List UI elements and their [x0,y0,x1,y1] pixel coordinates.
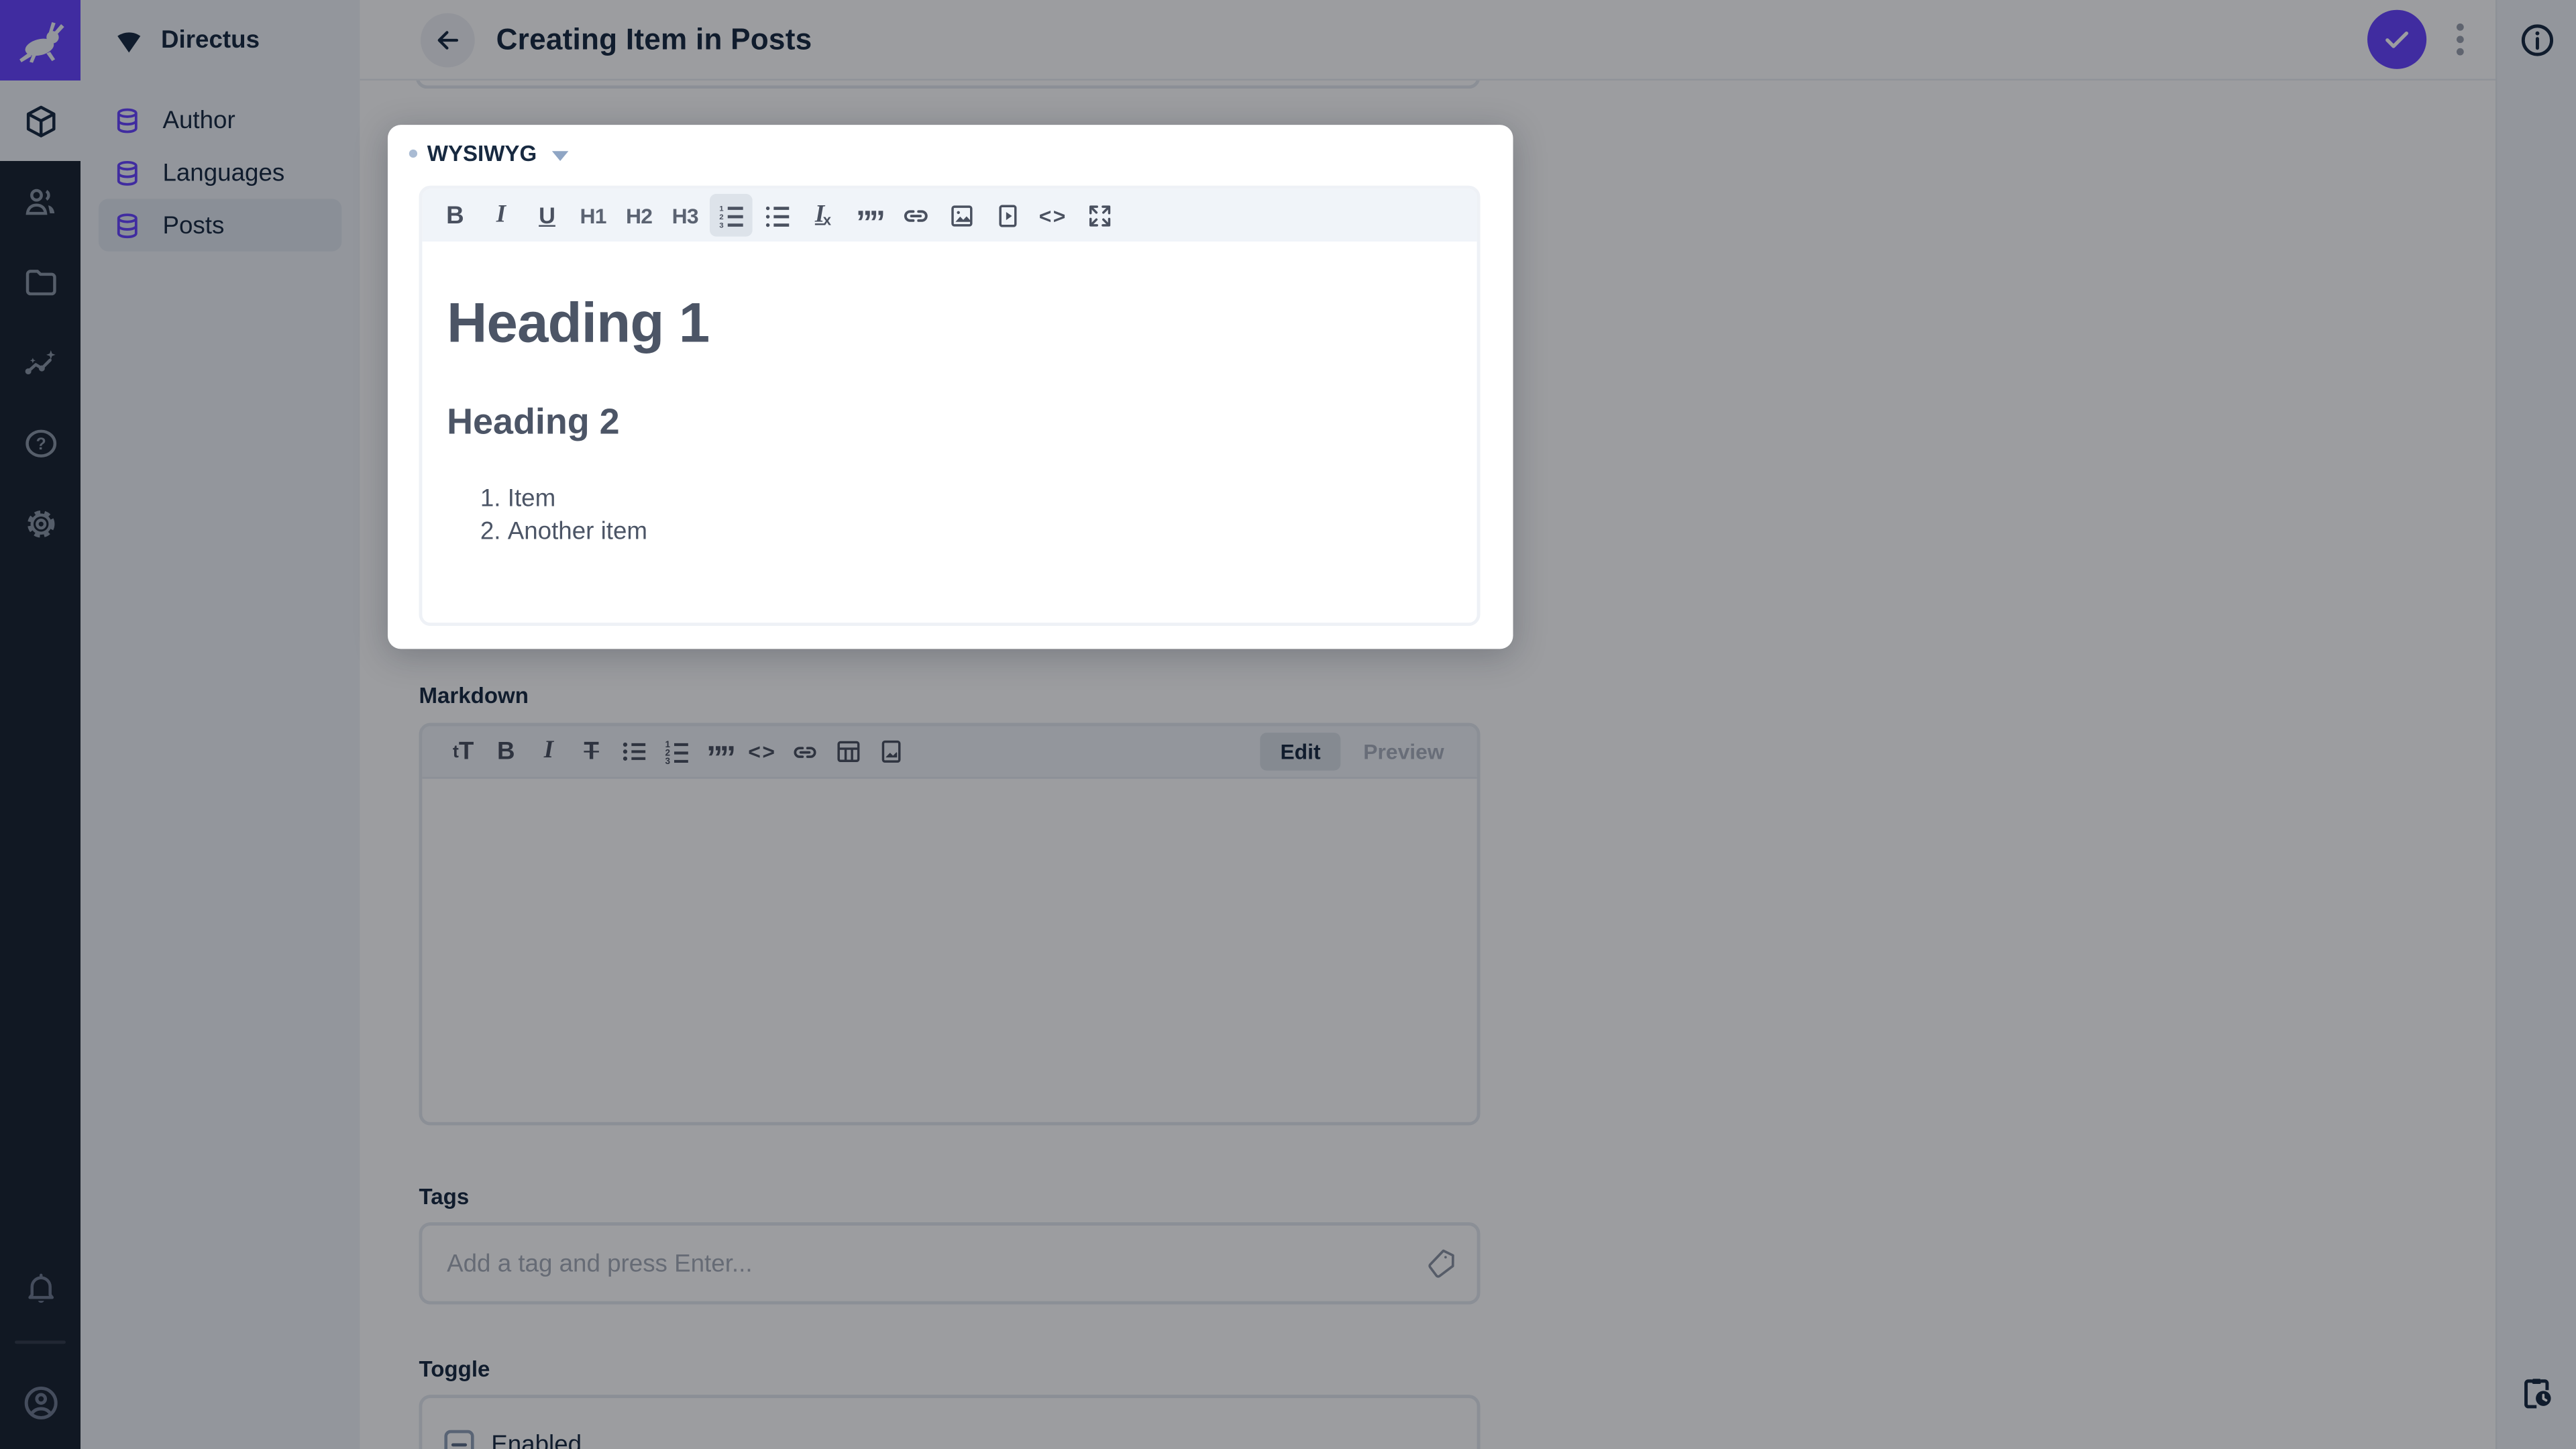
wysiwyg-field-label: WYSIWYG [427,141,537,166]
h2-button[interactable]: H2 [618,194,661,237]
wysiwyg-focused-card: WYSIWYG B I U H1 H2 H3 1 2 3 I x ”” <> H… [387,125,1513,649]
blockquote-button[interactable]: ”” [848,194,891,239]
ordered-list-button[interactable]: 1 2 3 [709,193,753,237]
list-item: Another item [508,516,1477,549]
clear-format-button[interactable]: Ix [802,194,845,237]
content-ordered-list: Item Another item [447,483,1477,549]
code-button[interactable]: <> [1032,194,1075,237]
svg-text:3: 3 [718,221,722,229]
list-item: Item [508,483,1477,516]
directus-app: ? Directus Author Languages Posts Markdo… [0,0,2576,1449]
image-button[interactable] [940,194,983,237]
wysiwyg-toolbar: B I U H1 H2 H3 1 2 3 I x ”” <> [422,189,1477,241]
bold-button[interactable]: B [434,194,477,237]
italic-button[interactable]: I [480,194,523,237]
content-heading-2: Heading 2 [447,400,620,442]
wysiwyg-field-label-row: WYSIWYG [409,142,568,166]
svg-text:1: 1 [718,205,723,213]
link-button[interactable] [894,194,936,237]
ordered-list-icon: 1 2 3 [717,201,745,229]
bullet-list-button[interactable] [756,194,799,237]
svg-text:2: 2 [718,213,722,221]
wysiwyg-content[interactable]: Heading 1 Heading 2 Item Another item [422,292,1477,623]
content-heading-1: Heading 1 [447,292,710,355]
wysiwyg-editor: B I U H1 H2 H3 1 2 3 I x ”” <> Heading 1… [419,185,1481,627]
h3-button[interactable]: H3 [663,194,706,237]
chevron-down-icon[interactable] [551,150,568,160]
bullet-list-icon [763,201,792,229]
underline-button[interactable]: U [526,194,569,237]
link-icon [900,200,931,231]
video-button[interactable] [985,194,1028,237]
video-icon [993,201,1021,229]
fullscreen-button[interactable] [1078,194,1121,237]
fullscreen-icon [1085,201,1114,229]
h1-button[interactable]: H1 [572,194,614,237]
edited-indicator-dot [409,149,418,158]
image-icon [947,201,975,229]
